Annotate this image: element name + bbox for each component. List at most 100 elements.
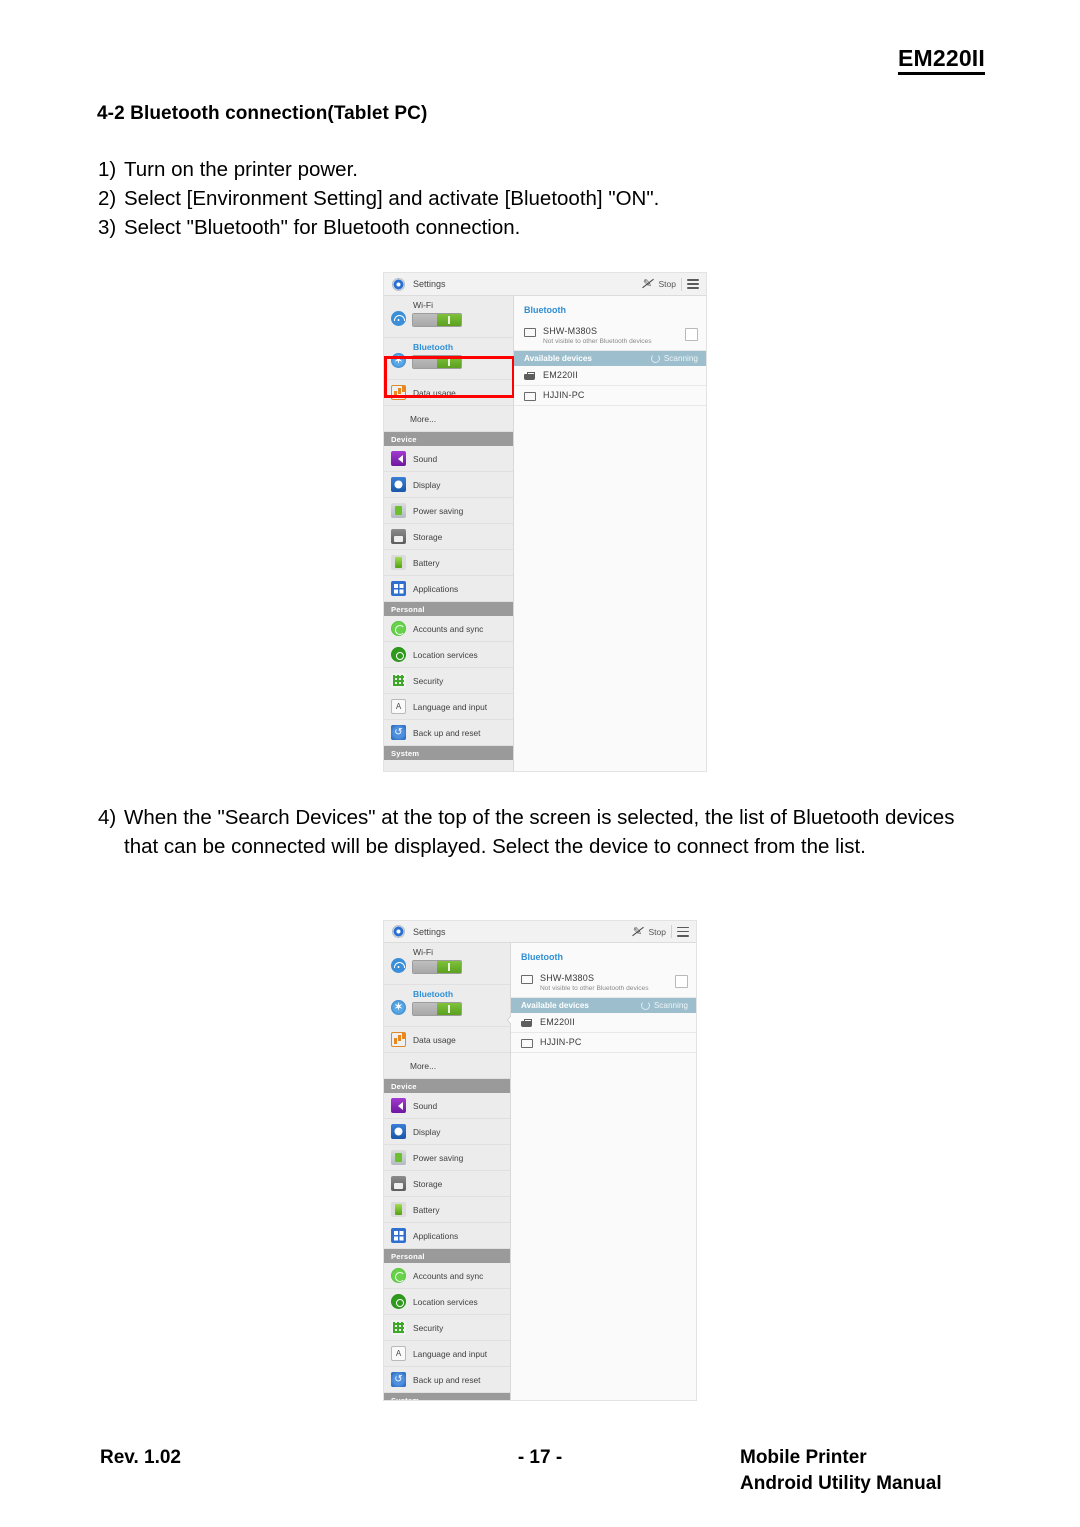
settings-sidebar: Wi-Fi ✶ Bluetooth Data usage More... Dev…	[384, 943, 517, 1400]
sidebar-item-label: Location services	[413, 1296, 478, 1307]
sidebar-item-label: Bluetooth	[413, 342, 454, 352]
step-item: 3) Select "Bluetooth" for Bluetooth conn…	[98, 213, 978, 242]
step-number: 1)	[98, 158, 117, 181]
step-four-block: 4) When the "Search Devices" at the top …	[98, 803, 978, 861]
sidebar-item-sound[interactable]: Sound	[384, 446, 513, 472]
sidebar-item-accounts-and-sync[interactable]: Accounts and sync	[384, 616, 513, 642]
available-device-row[interactable]: EM220II	[514, 366, 706, 386]
wifi-toggle[interactable]	[413, 961, 461, 973]
sidebar-item-label: Back up and reset	[413, 727, 481, 738]
visibility-checkbox[interactable]	[675, 975, 688, 988]
sidebar-item-label: Security	[413, 1322, 444, 1333]
storage-icon	[391, 1176, 406, 1191]
top-bar-actions: ✎ Stop	[632, 925, 697, 938]
sidebar-item-sound[interactable]: Sound	[384, 1093, 510, 1119]
sidebar-item-label: Data usage	[413, 1034, 456, 1045]
sidebar-item-back-up-and-reset[interactable]: ↺ Back up and reset	[384, 1367, 510, 1393]
sidebar-item-label: Sound	[413, 1100, 438, 1111]
settings-sidebar: Wi-Fi ✶ Bluetooth Data usage More... Dev…	[384, 296, 515, 771]
step-number: 2)	[98, 187, 117, 210]
overflow-menu-icon[interactable]	[687, 279, 699, 289]
storage-icon	[391, 529, 406, 544]
spinner-icon	[640, 1001, 650, 1010]
step-text: Turn on the printer power.	[124, 158, 358, 181]
sidebar-item-applications[interactable]: Applications	[384, 1223, 510, 1249]
sidebar-item-battery[interactable]: Battery	[384, 550, 513, 576]
step-number: 4)	[98, 806, 117, 829]
device-name: EM220II	[543, 370, 578, 380]
sidebar-item-wifi[interactable]: Wi-Fi	[384, 296, 513, 338]
sidebar-item-accounts-and-sync[interactable]: Accounts and sync	[384, 1263, 510, 1289]
sidebar-item-label: Power saving	[413, 1152, 464, 1163]
accounts-sync-icon	[391, 1268, 406, 1283]
sidebar-group-device: Device	[384, 432, 513, 446]
settings-screenshot-device-list: Settings ✎ Stop Wi-Fi ✶ Bluetooth Data u…	[383, 920, 697, 1401]
sidebar-item-label: Power saving	[413, 505, 464, 516]
sidebar-item-storage[interactable]: Storage	[384, 524, 513, 550]
wifi-toggle[interactable]	[413, 314, 461, 326]
available-devices-label: Available devices	[521, 1001, 589, 1010]
sidebar-item-more[interactable]: More...	[384, 406, 513, 432]
sidebar-item-storage[interactable]: Storage	[384, 1171, 510, 1197]
sidebar-item-more[interactable]: More...	[384, 1053, 510, 1079]
device-name: SHW-M380S	[543, 326, 598, 336]
sidebar-item-data-usage[interactable]: Data usage	[384, 1027, 510, 1053]
visibility-checkbox[interactable]	[685, 328, 698, 341]
sidebar-item-security[interactable]: Security	[384, 668, 513, 694]
step-item: 1) Turn on the printer power.	[98, 155, 978, 184]
sidebar-item-label: Security	[413, 675, 444, 686]
applications-icon	[391, 1228, 406, 1243]
sidebar-item-power-saving[interactable]: Power saving	[384, 1145, 510, 1171]
device-name: HJJIN-PC	[543, 390, 585, 400]
sidebar-item-location-services[interactable]: Location services	[384, 642, 513, 668]
sidebar-item-display[interactable]: Display	[384, 1119, 510, 1145]
security-icon	[391, 673, 406, 688]
paired-device-row[interactable]: SHW-M380S Not visible to other Bluetooth…	[514, 322, 706, 351]
sidebar-item-power-saving[interactable]: Power saving	[384, 498, 513, 524]
sidebar-item-label: Back up and reset	[413, 1374, 481, 1385]
step-text: Select [Environment Setting] and activat…	[124, 187, 660, 210]
sidebar-item-language-and-input[interactable]: A Language and input	[384, 694, 513, 720]
device-subtitle: Not visible to other Bluetooth devices	[540, 985, 649, 992]
battery-icon	[391, 1202, 406, 1217]
sidebar-item-label: Language and input	[413, 1348, 488, 1359]
sidebar-item-back-up-and-reset[interactable]: ↺ Back up and reset	[384, 720, 513, 746]
sidebar-item-battery[interactable]: Battery	[384, 1197, 510, 1223]
top-bar-actions: ✎ Stop	[642, 277, 707, 291]
sidebar-item-bluetooth[interactable]: ✶ Bluetooth	[384, 985, 510, 1027]
bluetooth-toggle[interactable]	[413, 1003, 461, 1015]
sidebar-item-data-usage[interactable]: Data usage	[384, 380, 513, 406]
sidebar-item-label: Battery	[413, 1204, 440, 1215]
power-saving-icon	[391, 1150, 406, 1165]
device-name: HJJIN-PC	[540, 1037, 582, 1047]
backup-reset-icon: ↺	[391, 1372, 406, 1387]
sidebar-item-display[interactable]: Display	[384, 472, 513, 498]
sidebar-item-label: Data usage	[413, 387, 456, 398]
sidebar-item-wifi[interactable]: Wi-Fi	[384, 943, 510, 985]
divider	[681, 277, 682, 291]
available-device-row[interactable]: HJJIN-PC	[514, 386, 706, 406]
sidebar-item-label: Storage	[413, 1178, 443, 1189]
settings-gear-icon	[392, 925, 405, 938]
bluetooth-icon: ✶	[391, 1000, 406, 1015]
sidebar-item-applications[interactable]: Applications	[384, 576, 513, 602]
sidebar-item-location-services[interactable]: Location services	[384, 1289, 510, 1315]
step-number: 3)	[98, 216, 117, 239]
stop-label[interactable]: Stop	[659, 279, 677, 289]
bluetooth-toggle[interactable]	[413, 356, 461, 368]
stop-scan-icon[interactable]: ✎	[642, 278, 654, 290]
available-device-row[interactable]: HJJIN-PC	[511, 1033, 696, 1053]
paired-device-row[interactable]: SHW-M380S Not visible to other Bluetooth…	[511, 969, 696, 998]
divider	[671, 925, 672, 938]
sound-icon	[391, 451, 406, 466]
sidebar-item-language-and-input[interactable]: A Language and input	[384, 1341, 510, 1367]
sidebar-item-bluetooth[interactable]: ✶ Bluetooth	[384, 338, 513, 380]
location-services-icon	[391, 1294, 406, 1309]
sidebar-item-label: Display	[413, 479, 441, 490]
overflow-menu-icon[interactable]	[677, 926, 689, 937]
sidebar-item-security[interactable]: Security	[384, 1315, 510, 1341]
stop-scan-icon[interactable]: ✎	[632, 926, 644, 938]
sidebar-group-personal: Personal	[384, 1249, 510, 1263]
stop-label[interactable]: Stop	[649, 927, 667, 937]
available-device-row[interactable]: EM220II	[511, 1013, 696, 1033]
